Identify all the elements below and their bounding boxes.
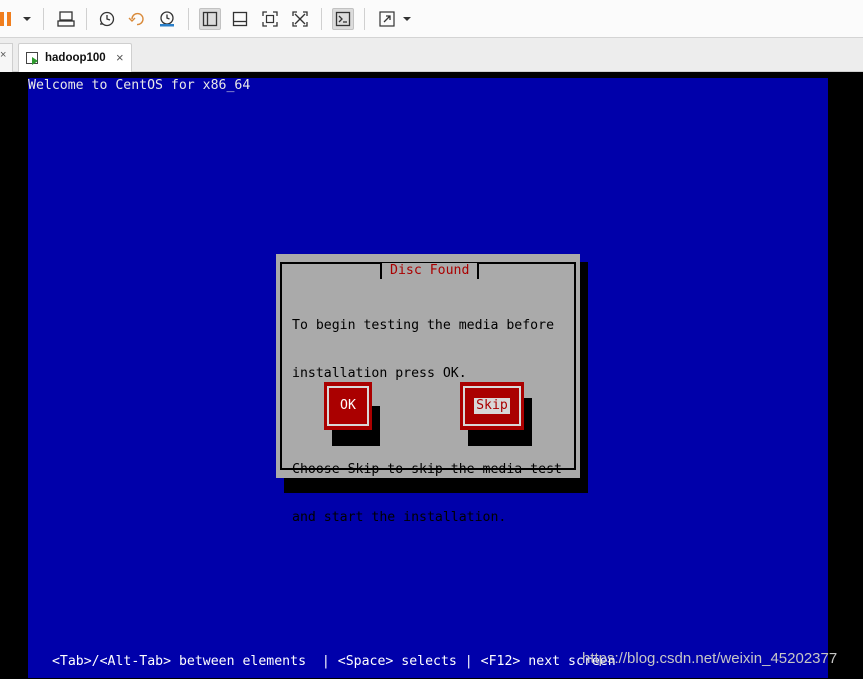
revert-snapshot-icon[interactable] xyxy=(126,8,148,30)
stretch-icon[interactable] xyxy=(376,8,398,30)
snapshot-manager-icon[interactable] xyxy=(156,8,178,30)
unity-icon[interactable] xyxy=(289,8,311,30)
vm-display[interactable]: Welcome to CentOS for x86_64 Disc Found … xyxy=(0,72,863,679)
console-title: Welcome to CentOS for x86_64 xyxy=(28,78,251,93)
fullscreen-icon[interactable] xyxy=(259,8,281,30)
console-status-bar: <Tab>/<Alt-Tab> between elements | <Spac… xyxy=(44,654,616,669)
tab-hadoop100[interactable]: hadoop100 × xyxy=(18,43,132,73)
close-icon[interactable]: × xyxy=(0,49,6,61)
ok-button-label: OK xyxy=(340,398,356,413)
installer-console[interactable]: Welcome to CentOS for x86_64 Disc Found … xyxy=(28,78,828,678)
skip-button[interactable]: Skip xyxy=(460,382,524,430)
dialog-line: installation press OK. xyxy=(292,366,467,381)
console-icon[interactable] xyxy=(332,8,354,30)
chevron-down-icon[interactable] xyxy=(22,14,32,24)
vmware-toolbar xyxy=(0,0,863,38)
pause-icon[interactable] xyxy=(0,8,14,30)
dialog-title: Disc Found xyxy=(380,263,480,279)
skip-button-label: Skip xyxy=(474,398,510,414)
vm-running-icon xyxy=(26,52,38,65)
snapshot-icon[interactable] xyxy=(96,8,118,30)
dialog-line: Choose Skip to skip the media test xyxy=(292,462,562,477)
watermark: https://blog.csdn.net/weixin_45202377 xyxy=(582,650,838,667)
send-keys-icon[interactable] xyxy=(55,8,77,30)
thumbnail-view-icon[interactable] xyxy=(229,8,251,30)
library-view-icon[interactable] xyxy=(199,8,221,30)
dialog-line: To begin testing the media before xyxy=(292,318,555,333)
dialog-line: and start the installation. xyxy=(292,510,507,525)
disc-found-dialog: Disc Found To begin testing the media be… xyxy=(276,254,580,525)
chevron-down-icon[interactable] xyxy=(402,14,412,24)
tab-label: hadoop100 xyxy=(45,52,106,64)
ok-button[interactable]: OK xyxy=(324,382,372,430)
tab-strip: × hadoop100 × xyxy=(0,38,863,73)
close-icon[interactable]: × xyxy=(116,50,124,65)
